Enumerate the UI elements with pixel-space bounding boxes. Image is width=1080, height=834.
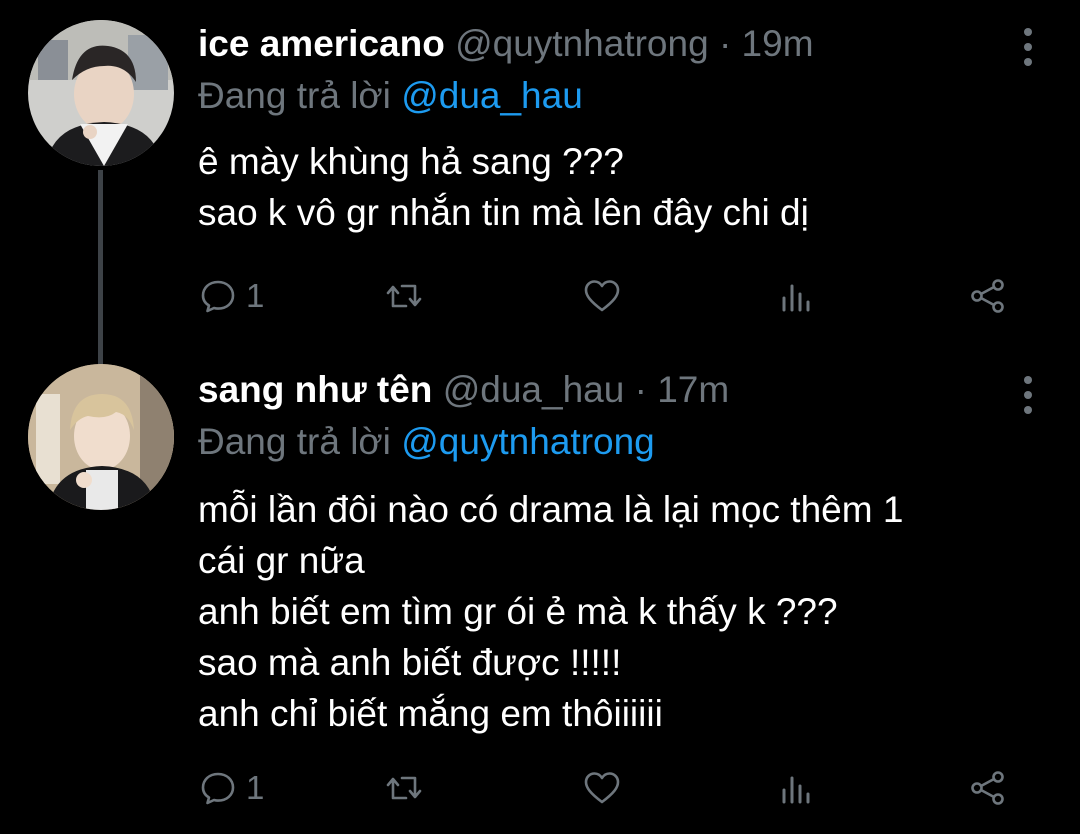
- tweet[interactable]: sang như tên @dua_hau · 17m Đang trả lời…: [0, 340, 1080, 834]
- author-handle[interactable]: @dua_hau: [443, 369, 625, 410]
- retweet-button[interactable]: [384, 272, 424, 320]
- replying-to-label: Đang trả lời: [198, 75, 391, 116]
- tweet-text: ê mày khùng hả sang ??? sao k vô gr nhắn…: [198, 136, 1048, 238]
- replying-to: Đang trả lời @quytnhatrong: [198, 420, 655, 464]
- avatar-photo: [28, 364, 174, 510]
- author-avatar[interactable]: [28, 20, 174, 166]
- author-name[interactable]: sang như tên: [198, 369, 432, 410]
- reply-button[interactable]: 1: [198, 764, 264, 812]
- avatar-photo: [28, 20, 174, 166]
- like-icon: [584, 280, 620, 312]
- share-icon: [971, 771, 1004, 805]
- reply-count: 1: [246, 277, 265, 314]
- tweet-text: mỗi lần đôi nào có drama là lại mọc thêm…: [198, 484, 1048, 739]
- author-avatar[interactable]: [28, 364, 174, 510]
- tweet-timestamp[interactable]: 19m: [742, 23, 814, 64]
- author-handle[interactable]: @quytnhatrong: [455, 23, 709, 64]
- tweet-text-line: ê mày khùng hả sang ???: [198, 141, 624, 182]
- tweet-actions: 1: [198, 272, 1018, 320]
- author-name[interactable]: ice americano: [198, 23, 445, 64]
- tweet-timestamp[interactable]: 17m: [657, 369, 729, 410]
- replying-to-label: Đang trả lời: [198, 421, 391, 462]
- reply-icon: [201, 772, 235, 805]
- tweet-header: ice americano @quytnhatrong · 19m: [198, 22, 814, 66]
- retweet-button[interactable]: [384, 764, 424, 812]
- tweet[interactable]: ice americano @quytnhatrong · 19m Đang t…: [0, 0, 1080, 370]
- reply-icon: [201, 280, 235, 313]
- views-button[interactable]: [776, 764, 816, 812]
- retweet-icon: [386, 776, 422, 800]
- replying-to: Đang trả lời @dua_hau: [198, 74, 583, 118]
- reply-count: 1: [246, 769, 265, 806]
- replying-to-mention[interactable]: @quytnhatrong: [401, 421, 655, 462]
- tweet-text-line: sao mà anh biết được !!!!!: [198, 642, 622, 683]
- views-button[interactable]: [776, 272, 816, 320]
- tweet-text-line: anh chỉ biết mắng em thôiiiiii: [198, 693, 663, 734]
- more-options-icon[interactable]: [1022, 28, 1034, 66]
- tweet-header: sang như tên @dua_hau · 17m: [198, 368, 729, 412]
- share-button[interactable]: [968, 272, 1008, 320]
- share-icon: [971, 279, 1004, 313]
- like-icon: [584, 772, 620, 804]
- meta-separator: ·: [718, 23, 732, 64]
- tweet-actions: 1: [198, 764, 1018, 812]
- views-icon: [782, 776, 810, 804]
- replying-to-mention[interactable]: @dua_hau: [401, 75, 583, 116]
- tweet-text-line: sao k vô gr nhắn tin mà lên đây chi dị: [198, 192, 809, 233]
- share-button[interactable]: [968, 764, 1008, 812]
- meta-separator: ·: [634, 369, 647, 410]
- tweet-text-line: cái gr nữa: [198, 540, 365, 581]
- like-button[interactable]: [582, 272, 622, 320]
- like-button[interactable]: [582, 764, 622, 812]
- views-icon: [782, 284, 810, 312]
- more-options-icon[interactable]: [1022, 376, 1034, 414]
- retweet-icon: [386, 284, 422, 308]
- tweet-text-line: mỗi lần đôi nào có drama là lại mọc thêm…: [198, 489, 904, 530]
- reply-button[interactable]: 1: [198, 272, 264, 320]
- tweet-text-line: anh biết em tìm gr ói ẻ mà k thấy k ???: [198, 591, 838, 632]
